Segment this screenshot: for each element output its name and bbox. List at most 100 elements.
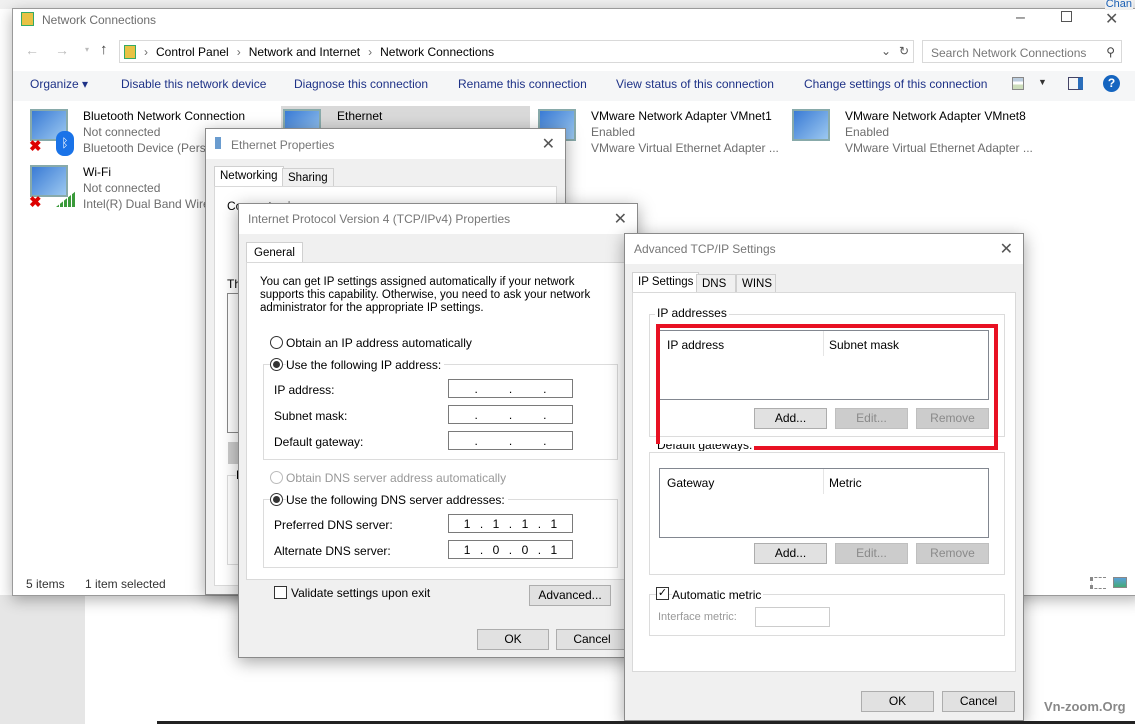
close-button[interactable]: ✕ [1000,239,1013,259]
adapter-icon [215,137,221,149]
breadcrumb-network-connections[interactable]: Network Connections [380,45,494,59]
gateway-column[interactable]: Gateway [667,476,714,490]
diagnose-button[interactable]: Diagnose this connection [294,77,428,91]
status-selected-count: 1 item selected [85,577,166,591]
search-placeholder: Search Network Connections [931,46,1087,60]
alternate-dns-field[interactable]: 1.0.0.1 [448,540,573,559]
details-view-icon[interactable] [1090,577,1106,589]
tab-networking[interactable]: Networking [214,166,284,186]
ip-settings-panel: IP addresses IP address Subnet mask Add.… [632,292,1016,672]
column-divider [823,469,824,494]
use-dns-label[interactable]: Use the following DNS server addresses: [286,493,508,507]
connection-status: Enabled [845,125,890,139]
connection-name: Wi-Fi [83,165,111,179]
add-gateway-button[interactable]: Add... [754,543,827,564]
metric-column[interactable]: Metric [829,476,862,490]
remove-gateway-button[interactable]: Remove [916,543,989,564]
window-title: Network Connections [42,13,157,27]
subnet-mask-field[interactable]: ... [448,405,573,424]
intro-text: You can get IP settings assigned automat… [260,276,591,314]
connection-name: Ethernet [337,109,383,123]
minimize-button[interactable]: – [1016,9,1025,27]
automatic-metric-checkbox[interactable]: ✓ [656,587,669,600]
view-status-button[interactable]: View status of this connection [616,77,774,91]
tab-dns[interactable]: DNS [696,274,736,293]
auto-ip-radio[interactable] [270,336,283,349]
preferred-dns-label: Preferred DNS server: [274,518,393,532]
connection-name: Bluetooth Network Connection [83,109,246,123]
connection-device: Bluetooth Device (Perso [83,141,213,155]
validate-checkbox[interactable] [274,586,287,599]
auto-dns-label[interactable]: Obtain DNS server address automatically [286,471,506,485]
disable-device-button[interactable]: Disable this network device [121,77,266,91]
search-input[interactable]: Search Network Connections ⚲ [922,40,1122,63]
large-icons-view-icon[interactable] [1113,577,1127,588]
status-item-count: 5 items [26,577,65,591]
close-button[interactable]: ✕ [614,209,627,229]
validate-label[interactable]: Validate settings upon exit [291,586,430,600]
close-button[interactable]: ✕ [542,134,555,154]
back-icon[interactable]: ← [25,42,39,58]
address-bar[interactable]: › Control Panel › Network and Internet ›… [119,40,914,63]
gateways-list[interactable]: Gateway Metric [659,468,989,538]
forward-icon[interactable]: → [55,42,69,58]
help-icon[interactable]: ? [1103,75,1120,92]
maximize-button[interactable] [1061,11,1072,22]
tab-sharing[interactable]: Sharing [282,168,334,187]
connection-status: Not connected [83,181,161,195]
ip-address-field[interactable]: ... [448,379,573,398]
preferred-dns-field[interactable]: 1.1.1.1 [448,514,573,533]
use-ip-radio[interactable] [270,358,283,371]
auto-ip-label[interactable]: Obtain an IP address automatically [286,336,472,350]
ok-button[interactable]: OK [861,691,934,712]
dialog-title: Internet Protocol Version 4 (TCP/IPv4) P… [239,204,637,234]
change-settings-button[interactable]: Change settings of this connection [804,77,987,91]
close-button[interactable]: ✕ [1105,9,1118,29]
auto-dns-radio[interactable] [270,471,283,484]
connection-name: VMware Network Adapter VMnet8 [845,109,1026,123]
disconnected-x-icon: ✖ [29,138,42,155]
sep-icon: › [144,44,148,59]
automatic-metric-label[interactable]: Automatic metric [672,588,764,602]
watermark: Vn-zoom.Org [1044,699,1126,714]
background-link[interactable]: Chan [1104,0,1133,10]
interface-metric-field[interactable] [755,607,830,627]
breadcrumb-control-panel[interactable]: Control Panel [156,45,229,59]
tab-wins[interactable]: WINS [736,274,776,293]
general-panel: You can get IP settings assigned automat… [246,262,629,606]
default-gateway-label: Default gateway: [274,435,364,449]
connection-name: VMware Network Adapter VMnet1 [591,109,772,123]
control-panel-icon [124,44,136,59]
default-gateway-field[interactable]: ... [448,431,573,450]
connection-device: VMware Virtual Ethernet Adapter ... [591,141,779,155]
preview-pane-icon[interactable] [1068,77,1083,90]
tab-general[interactable]: General [246,242,303,262]
advanced-tcpip-dialog: Advanced TCP/IP Settings ✕ IP Settings D… [624,233,1024,721]
breadcrumb-network-internet[interactable]: Network and Internet [249,45,360,59]
recent-dropdown-icon[interactable]: ▾ [85,45,89,54]
cancel-button[interactable]: Cancel [556,629,628,650]
address-dropdown-icon[interactable]: ⌄ [881,44,891,58]
tab-ip-settings[interactable]: IP Settings [632,272,700,292]
edit-gateway-button[interactable]: Edit... [835,543,908,564]
refresh-icon[interactable]: ↻ [899,44,909,58]
organize-menu[interactable]: Organize ▾ [30,77,88,91]
use-ip-label[interactable]: Use the following IP address: [286,358,445,372]
ipv4-properties-dialog: Internet Protocol Version 4 (TCP/IPv4) P… [238,203,638,658]
gateways-label: Default gateways: [655,444,755,451]
view-dropdown-icon[interactable]: ▼ [1038,77,1047,87]
use-dns-radio[interactable] [270,493,283,506]
sep-icon: › [236,44,241,59]
advanced-button[interactable]: Advanced... [529,585,611,606]
cancel-button[interactable]: Cancel [942,691,1015,712]
rename-button[interactable]: Rename this connection [458,77,587,91]
network-adapter-icon [792,109,830,141]
view-options-icon[interactable] [1012,77,1024,90]
dialog-titlebar: Ethernet Properties [206,129,565,159]
sep-icon: › [368,44,373,59]
ip-address-label: IP address: [274,383,335,397]
connection-device: Intel(R) Dual Band Wire [83,197,210,211]
up-icon[interactable]: ↑ [100,41,108,58]
ok-button[interactable]: OK [477,629,549,650]
connection-status: Not connected [83,125,161,139]
